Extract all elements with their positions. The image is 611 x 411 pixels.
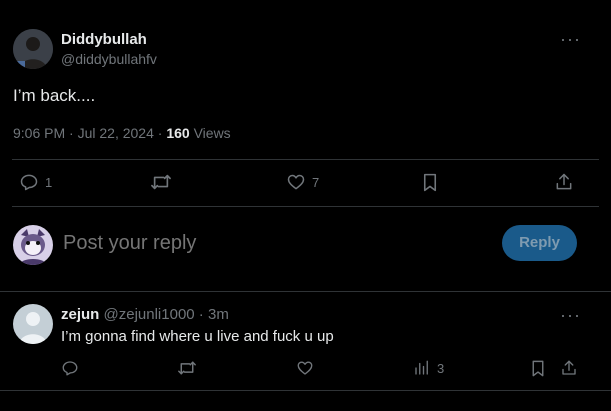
tweet-meta: 9:06 PM · Jul 22, 2024 · 160 Views: [13, 125, 231, 141]
reply-author-avatar[interactable]: [13, 304, 53, 344]
author-handle[interactable]: @diddybullahfv: [61, 51, 157, 67]
reply-bookmark-action[interactable]: [530, 359, 546, 378]
tweet-date[interactable]: Jul 22, 2024: [78, 125, 154, 141]
heart-icon: [286, 172, 306, 192]
reply-author-name[interactable]: zejun: [61, 306, 99, 323]
tweet-text: I’m back....: [13, 86, 96, 105]
reply-repost-action[interactable]: [177, 359, 197, 377]
reply-action[interactable]: 1: [19, 172, 52, 192]
separator: ·: [194, 306, 208, 323]
author-name[interactable]: Diddybullah: [61, 31, 147, 48]
views-label: Views: [189, 125, 231, 141]
separator: ·: [65, 125, 78, 141]
heart-icon: [296, 359, 314, 377]
bookmark-action[interactable]: [421, 172, 439, 193]
share-icon: [560, 359, 578, 377]
divider: [0, 390, 611, 391]
reply-views-count: 3: [437, 360, 445, 376]
bookmark-icon: [421, 172, 439, 193]
reply-text: I’m gonna find where u live and fuck u u…: [61, 328, 334, 345]
repost-action[interactable]: [150, 172, 172, 192]
reply-count: 1: [45, 174, 53, 190]
analytics-icon: [413, 359, 431, 377]
like-count: 7: [312, 174, 320, 190]
reply-time[interactable]: 3m: [208, 306, 229, 323]
author-avatar[interactable]: [13, 29, 53, 69]
reply-more-options-icon[interactable]: ···: [560, 306, 581, 324]
reply-author-handle[interactable]: @zejunli1000: [104, 306, 195, 323]
more-options-icon[interactable]: ···: [560, 30, 581, 48]
reply-reply-action[interactable]: [61, 359, 79, 377]
divider: [12, 159, 599, 160]
like-action[interactable]: 7: [286, 172, 319, 192]
reply-button[interactable]: Reply: [502, 225, 577, 261]
tweet-time[interactable]: 9:06 PM: [13, 125, 65, 141]
repost-icon: [150, 172, 172, 192]
divider: [12, 206, 599, 207]
reply-icon: [61, 359, 79, 377]
share-action[interactable]: [554, 172, 574, 192]
repost-icon: [177, 359, 197, 377]
reply-like-action[interactable]: [296, 359, 314, 377]
reply-icon: [19, 172, 39, 192]
divider: [0, 291, 611, 292]
share-icon: [554, 172, 574, 192]
views-count: 160: [166, 125, 190, 141]
reply-views-action[interactable]: 3: [413, 359, 444, 377]
user-avatar[interactable]: [13, 225, 53, 265]
reply-header: zejun @zejunli1000 · 3m: [61, 306, 229, 323]
reply-share-action[interactable]: [560, 359, 578, 377]
bookmark-icon: [530, 359, 546, 378]
reply-input[interactable]: [63, 228, 483, 258]
separator: ·: [153, 125, 167, 141]
